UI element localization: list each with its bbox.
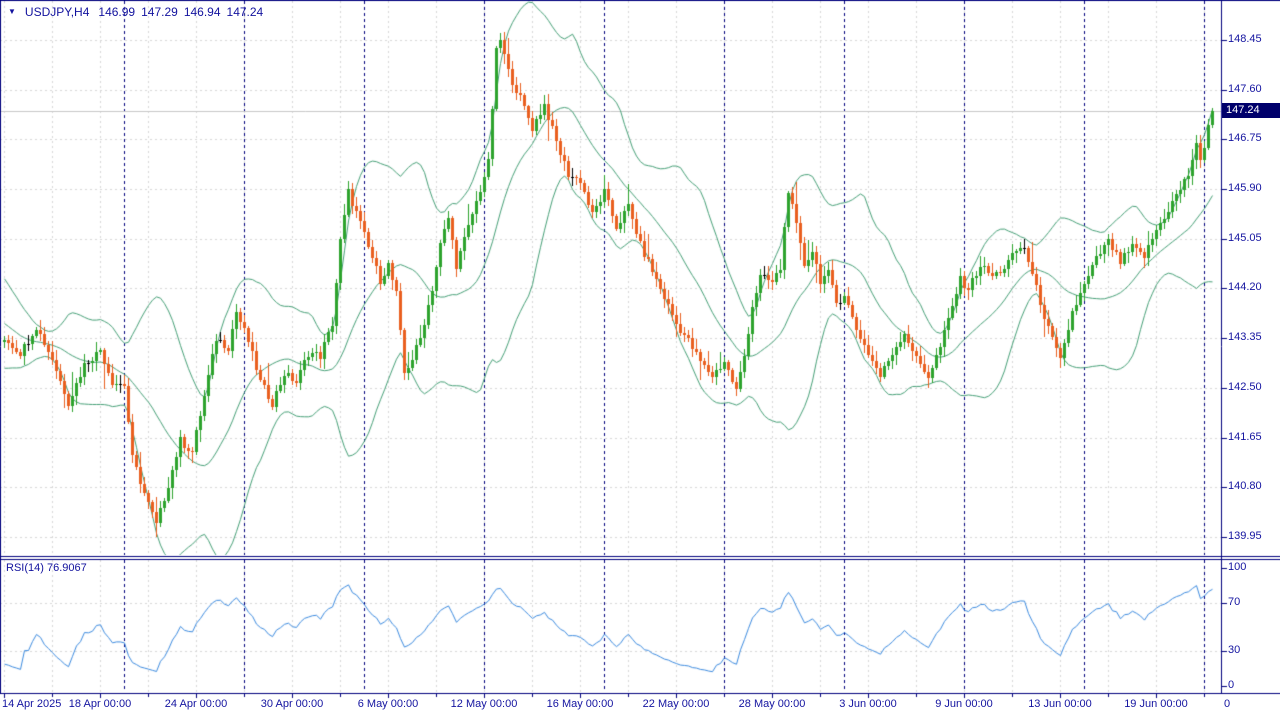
price-axis-label: 144.20 [1228, 281, 1262, 293]
time-axis-label: 3 Jun 00:00 [839, 698, 897, 710]
price-axis-label: 145.05 [1228, 232, 1262, 244]
price-axis-label: 142.50 [1228, 381, 1262, 393]
ohlc-close: 147.24 [226, 5, 264, 19]
rsi-axis-label: 30 [1228, 644, 1241, 656]
time-axis-label: 19 Jun 00:00 [1124, 698, 1188, 710]
current-price-tag: 147.24 [1222, 103, 1280, 118]
time-axis-label: 28 May 00:00 [738, 698, 806, 710]
price-axis-label: 139.95 [1228, 530, 1262, 542]
price-axis-label: 140.80 [1228, 480, 1262, 492]
price-axis-label: 148.45 [1228, 33, 1262, 45]
time-axis-label: 22 May 00:00 [642, 698, 710, 710]
time-axis-label: 16 May 00:00 [546, 698, 614, 710]
chart-title: ▼ USDJPY,H4 146.99 147.29 146.94 147.24 [8, 5, 263, 19]
price-axis-label: 143.35 [1228, 331, 1262, 343]
rsi-axis-label: 70 [1228, 596, 1241, 608]
time-axis-label: 14 Apr 2025 [2, 698, 62, 710]
time-axis-label: 6 May 00:00 [357, 698, 419, 710]
time-axis-overflow-label: 0 [1224, 698, 1231, 710]
symbol-menu-icon[interactable]: ▼ [8, 6, 16, 18]
rsi-axis-label: 100 [1228, 561, 1247, 573]
time-axis-label: 12 May 00:00 [450, 698, 518, 710]
ohlc-open: 146.99 [98, 5, 136, 19]
price-axis-label: 145.90 [1228, 182, 1262, 194]
time-axis-label: 24 Apr 00:00 [164, 698, 228, 710]
price-axis-label: 141.65 [1228, 431, 1262, 443]
symbol-period-label: USDJPY,H4 [24, 5, 90, 19]
time-axis-label: 18 Apr 00:00 [68, 698, 132, 710]
ohlc-high: 147.29 [141, 5, 178, 19]
price-axis-label: 146.75 [1228, 132, 1262, 144]
time-axis-label: 9 Jun 00:00 [935, 698, 993, 710]
ohlc-low: 146.94 [183, 5, 221, 19]
metatrader-chart-window: ▼ USDJPY,H4 146.99 147.29 146.94 147.24 … [0, 0, 1280, 720]
rsi-axis-label: 0 [1228, 679, 1235, 691]
price-axis-label: 147.60 [1228, 83, 1262, 95]
chart-canvas[interactable] [0, 0, 1280, 720]
time-axis-label: 30 Apr 00:00 [260, 698, 324, 710]
time-axis-label: 13 Jun 00:00 [1028, 698, 1092, 710]
rsi-indicator-label: RSI(14) 76.9067 [6, 562, 87, 574]
